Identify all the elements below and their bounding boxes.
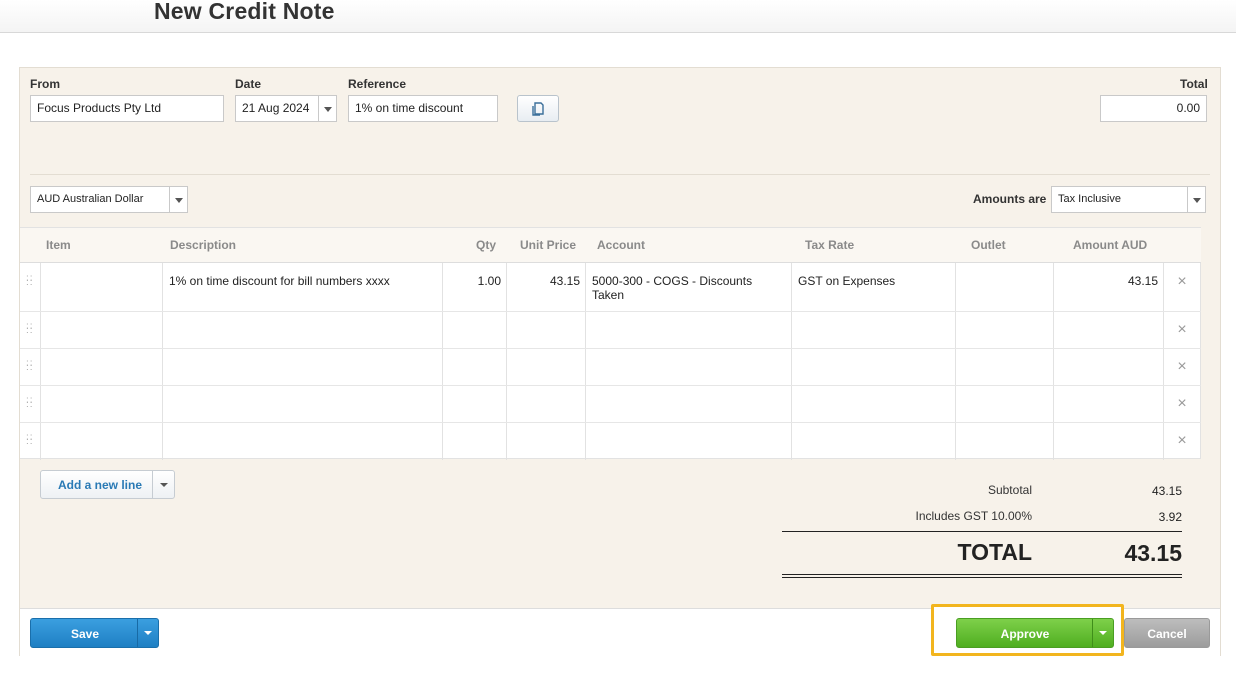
gst-value: 3.92	[1158, 510, 1182, 524]
chevron-down-icon[interactable]	[169, 187, 187, 212]
total-summary-label: TOTAL	[957, 539, 1032, 565]
total-field[interactable]: 0.00	[1100, 95, 1207, 122]
table-row[interactable]: :: :: ×	[20, 423, 1201, 460]
drag-handle-icon[interactable]: :: ::	[26, 433, 34, 448]
header-tax-rate: Tax Rate	[805, 238, 855, 252]
close-icon[interactable]: ×	[1175, 322, 1189, 338]
cell-unit-price[interactable]: 43.15	[512, 274, 580, 288]
currency-value: AUD Australian Dollar	[37, 193, 144, 205]
subtotal-label: Subtotal	[987, 483, 1032, 497]
from-label: From	[30, 77, 60, 91]
total-label: Total	[1180, 77, 1208, 91]
header-item: Item	[46, 238, 71, 252]
close-icon[interactable]: ×	[1175, 396, 1189, 412]
header-unit-price: Unit Price	[520, 238, 577, 252]
total-summary-value: 43.15	[1124, 540, 1182, 566]
save-label: Save	[70, 627, 100, 641]
reference-field[interactable]: 1% on time discount	[348, 95, 498, 122]
chevron-down-icon[interactable]	[1092, 619, 1113, 647]
reference-label: Reference	[348, 77, 407, 91]
table-row[interactable]: :: :: ×	[20, 386, 1201, 423]
cell-description[interactable]: 1% on time discount for bill numbers xxx…	[169, 274, 437, 288]
amounts-are-select[interactable]: Tax Inclusive	[1051, 186, 1206, 213]
chevron-down-icon[interactable]	[137, 619, 158, 647]
date-field[interactable]: 21 Aug 2024	[235, 95, 337, 122]
table-row[interactable]: :: :: ×	[20, 349, 1201, 386]
approve-button[interactable]: Approve	[956, 618, 1114, 648]
table-header: Item Description Qty Unit Price Account …	[20, 228, 1201, 263]
header-account: Account	[597, 238, 645, 252]
close-icon[interactable]: ×	[1175, 433, 1189, 449]
cell-qty[interactable]: 1.00	[448, 274, 501, 288]
subtotal-value: 43.15	[1151, 484, 1182, 498]
copy-button[interactable]	[517, 95, 559, 122]
add-new-line-label: Add a new line	[58, 478, 143, 492]
cell-amount[interactable]: 43.15	[1060, 274, 1158, 288]
date-label: Date	[235, 77, 262, 91]
drag-handle-icon[interactable]: :: ::	[26, 396, 34, 411]
summary-divider	[782, 531, 1182, 532]
drag-handle-icon[interactable]: :: ::	[26, 274, 34, 289]
close-icon[interactable]: ×	[1175, 359, 1189, 375]
gst-label: Includes GST 10.00%	[915, 509, 1032, 523]
top-bar: New Credit Note	[0, 0, 1236, 33]
amounts-are-label: Amounts are	[973, 192, 1047, 206]
close-icon[interactable]: ×	[1175, 274, 1189, 290]
header-qty: Qty	[476, 238, 497, 252]
cell-account[interactable]: 5000-300 - COGS - Discounts Taken	[592, 274, 784, 302]
header-description: Description	[170, 238, 237, 252]
approve-label: Approve	[1000, 627, 1050, 641]
header-amount: Amount AUD	[1073, 238, 1148, 252]
divider	[30, 174, 1210, 175]
table-row[interactable]: :: :: ×	[20, 312, 1201, 349]
currency-select[interactable]: AUD Australian Dollar	[30, 186, 188, 213]
chevron-down-icon[interactable]	[152, 471, 174, 498]
copy-icon	[532, 102, 544, 116]
drag-handle-icon[interactable]: :: ::	[26, 322, 34, 337]
drag-handle-icon[interactable]: :: ::	[26, 359, 34, 374]
save-button[interactable]: Save	[30, 618, 159, 648]
table-row[interactable]: :: :: 1% on time discount for bill numbe…	[20, 263, 1201, 312]
date-value: 21 Aug 2024	[242, 101, 310, 115]
credit-note-panel: From Focus Products Pty Ltd Date 21 Aug …	[19, 67, 1221, 656]
chevron-down-icon[interactable]	[1187, 187, 1205, 212]
cancel-label: Cancel	[1147, 627, 1187, 641]
from-field[interactable]: Focus Products Pty Ltd	[30, 95, 224, 122]
header-outlet: Outlet	[971, 238, 1006, 252]
line-items-table: Item Description Qty Unit Price Account …	[20, 227, 1201, 460]
cell-tax-rate[interactable]: GST on Expenses	[798, 274, 948, 288]
footer-bar: Save Approve Cancel	[20, 604, 1220, 656]
amounts-are-value: Tax Inclusive	[1058, 193, 1121, 205]
total-double-underline	[782, 574, 1182, 578]
chevron-down-icon[interactable]	[318, 96, 336, 121]
page-title: New Credit Note	[154, 0, 335, 24]
add-new-line-button[interactable]: Add a new line	[40, 470, 175, 499]
cancel-button[interactable]: Cancel	[1124, 618, 1210, 648]
